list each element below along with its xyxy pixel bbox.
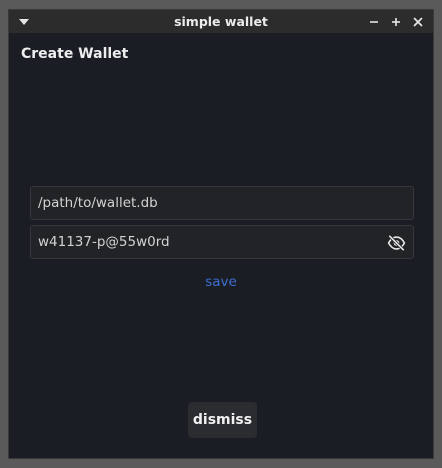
wallet-path-field (30, 186, 414, 220)
close-button[interactable] (407, 13, 429, 30)
minimize-icon (370, 20, 378, 23)
plus-icon (392, 17, 400, 26)
window-controls (363, 13, 429, 30)
eye-off-icon (387, 235, 405, 251)
password-visibility-toggle[interactable] (386, 233, 406, 253)
app-window: simple wallet Create Wallet /path/to/wal… (8, 9, 434, 459)
close-icon (413, 17, 423, 26)
password-field (30, 225, 414, 259)
chevron-down-icon (19, 18, 29, 25)
window-menu-button[interactable] (15, 13, 33, 30)
minimize-button[interactable] (363, 13, 385, 30)
maximize-button[interactable] (385, 13, 407, 30)
dismiss-button[interactable]: dismiss (188, 402, 257, 438)
save-button[interactable]: save (9, 274, 433, 290)
title-bar[interactable]: simple wallet (9, 10, 433, 33)
wallet-path-input[interactable] (31, 187, 413, 219)
page-title: Create Wallet (21, 46, 129, 62)
password-input[interactable] (31, 226, 413, 258)
